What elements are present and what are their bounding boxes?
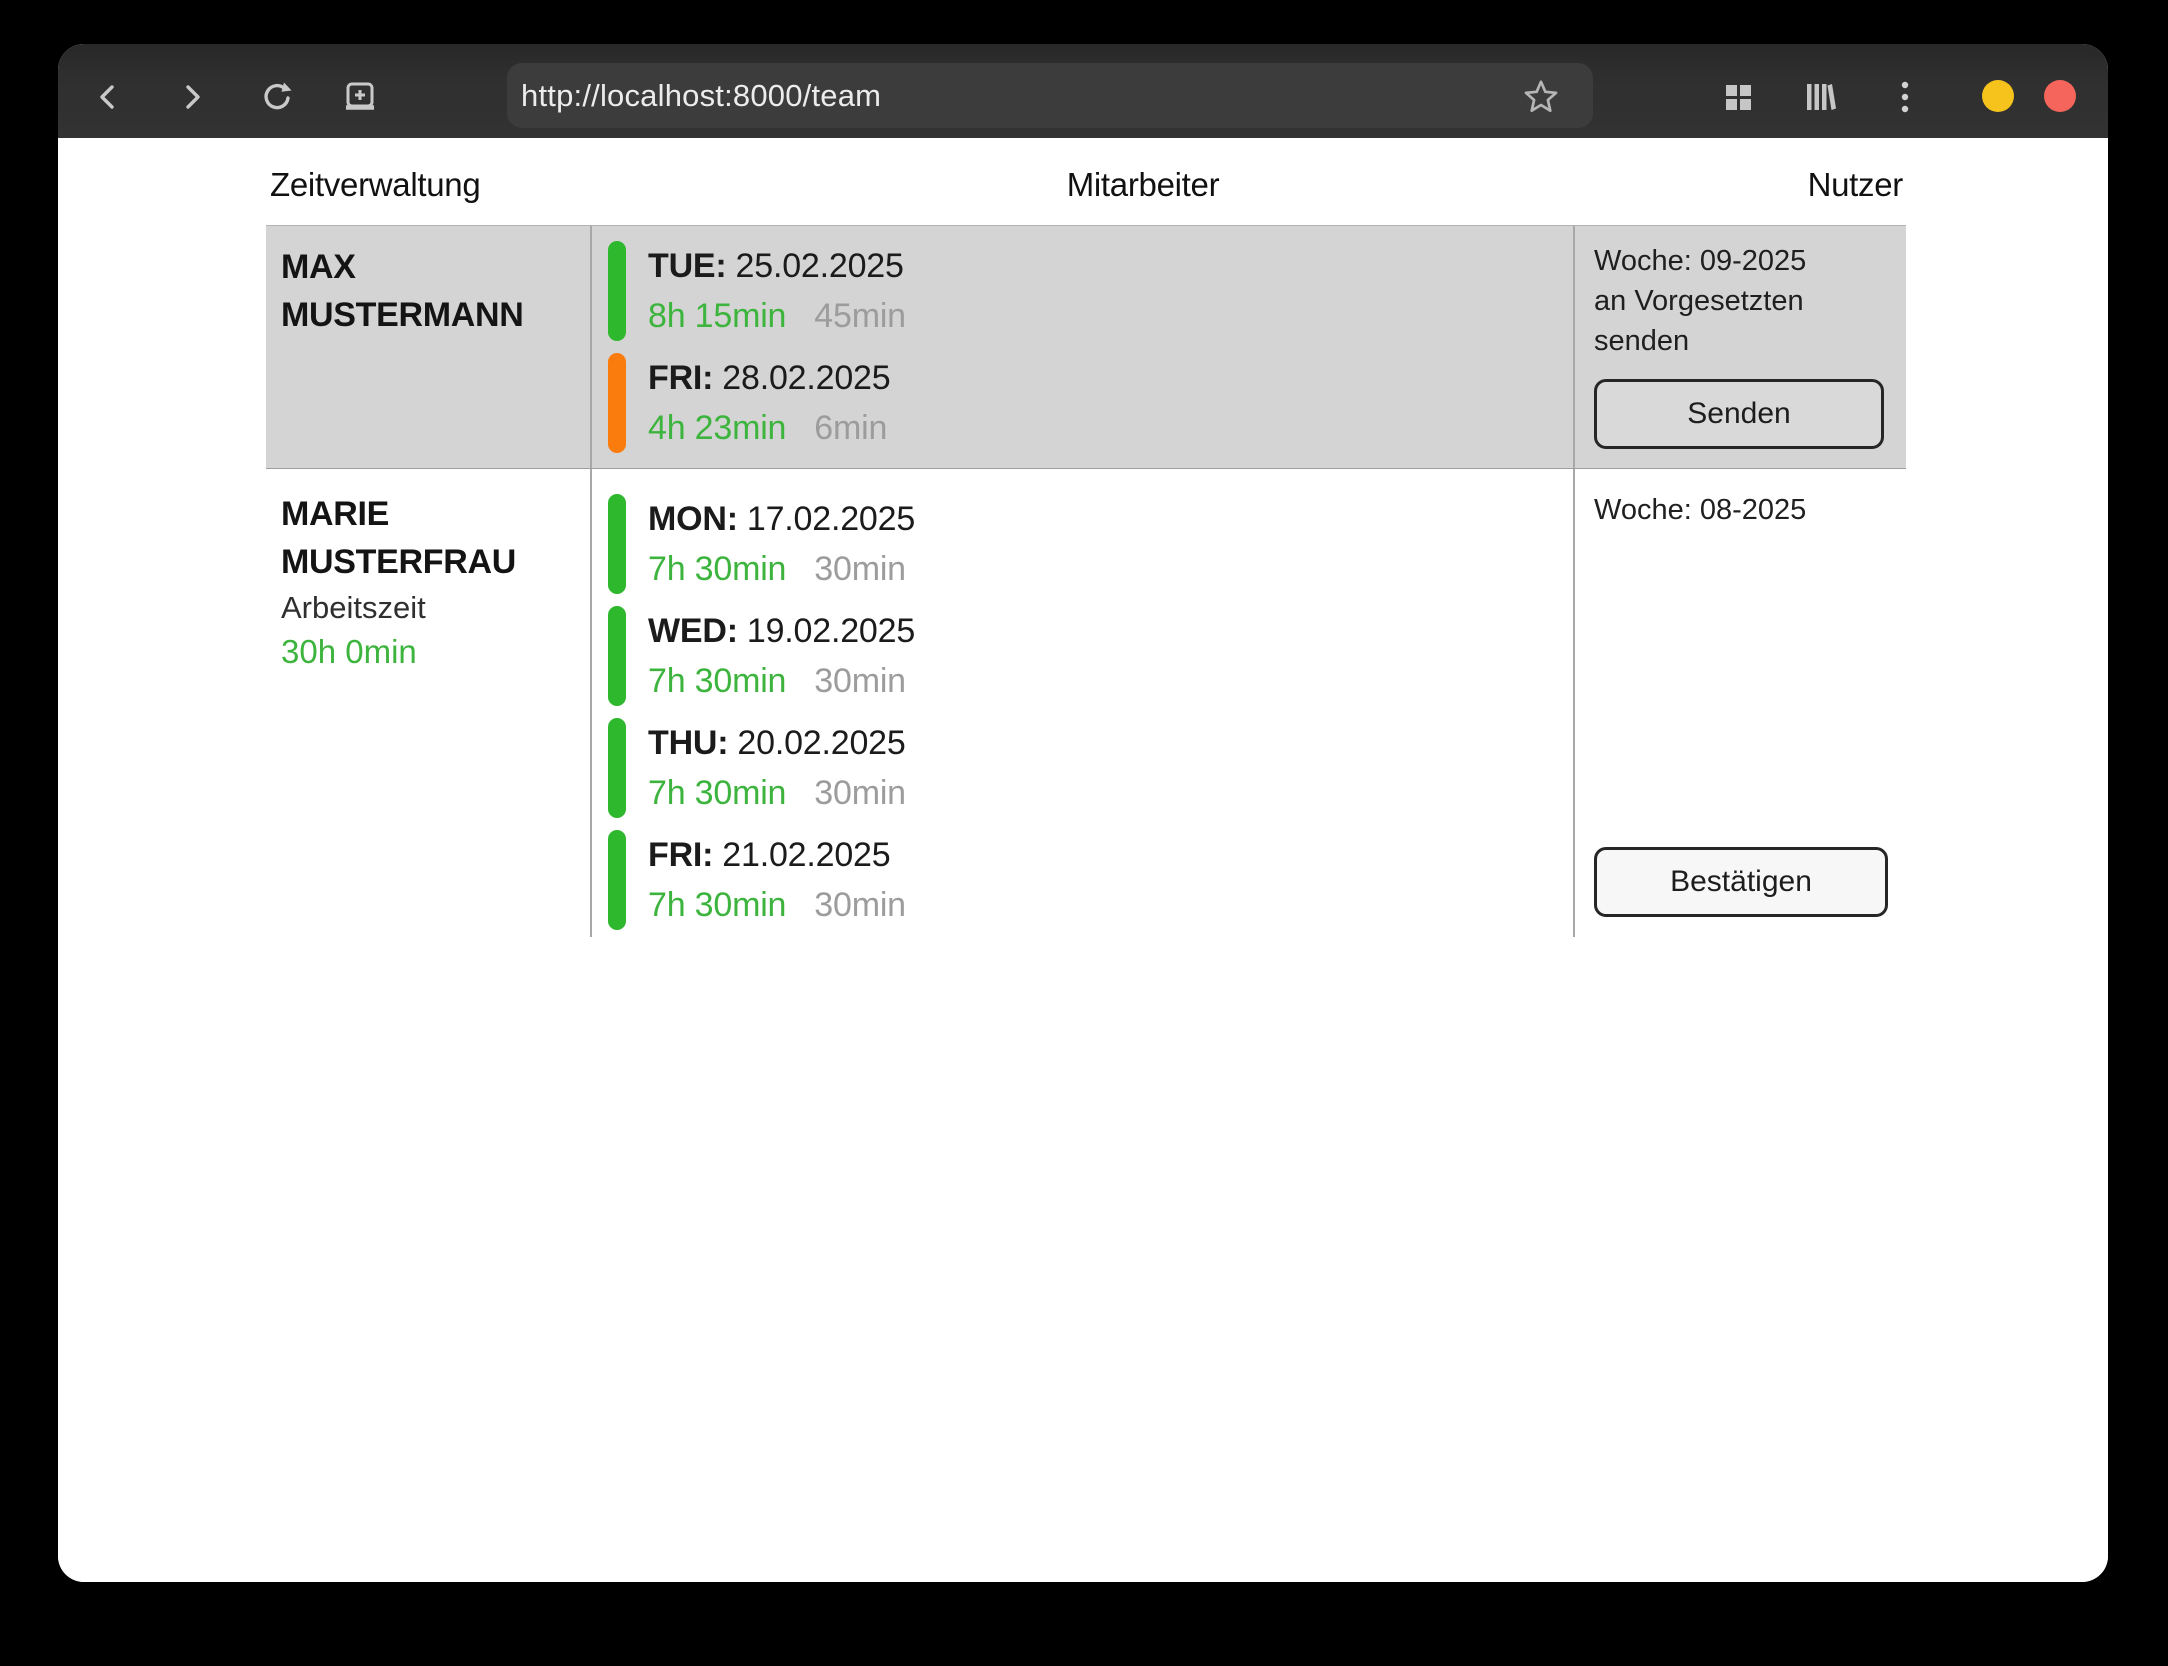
status-bar: [608, 494, 626, 594]
new-tab-button[interactable]: [343, 80, 377, 114]
day-date: 17.02.2025: [747, 500, 915, 538]
close-window-control[interactable]: [2044, 80, 2076, 112]
worktime-value: 30h 0min: [281, 630, 590, 674]
employee-last-name: MUSTERFRAU: [281, 538, 590, 586]
week-label: Woche: 08-2025: [1594, 490, 1906, 530]
week-label: senden: [1594, 321, 1906, 361]
day-label: MON:: [648, 500, 738, 538]
table-row: MARIE MUSTERFRAU Arbeitszeit 30h 0min MO…: [266, 469, 1906, 937]
library-button[interactable]: [1804, 80, 1838, 114]
pause-time: 30min: [814, 886, 906, 924]
day-label: WED:: [648, 612, 738, 650]
status-bar: [608, 606, 626, 706]
address-bar[interactable]: http://localhost:8000/team: [507, 63, 1593, 128]
table-row: MAX MUSTERMANN TUE:25.02.2025 8: [266, 225, 1906, 469]
day-entry: MON:17.02.2025 7h 30min 30min: [608, 494, 1573, 594]
day-date: 21.02.2025: [722, 836, 890, 874]
employee-days-cell: TUE:25.02.2025 8h 15min 45min: [592, 226, 1573, 468]
pause-time: 45min: [814, 297, 906, 335]
employee-name-cell: MARIE MUSTERFRAU Arbeitszeit 30h 0min: [266, 469, 592, 937]
day-entry: FRI:28.02.2025 4h 23min 6min: [608, 353, 1573, 453]
tab-overview-button[interactable]: [1721, 80, 1755, 114]
pause-time: 30min: [814, 774, 906, 812]
status-bar: [608, 830, 626, 930]
kebab-menu-icon: [1899, 80, 1911, 114]
day-label: THU:: [648, 724, 728, 762]
pause-time: 30min: [814, 662, 906, 700]
worked-time: 7h 30min: [648, 550, 786, 588]
menu-button[interactable]: [1888, 80, 1922, 114]
browser-window: http://localhost:8000/team: [58, 44, 2108, 1582]
forward-button[interactable]: [175, 80, 209, 114]
employee-last-name: MUSTERMANN: [281, 291, 590, 339]
worked-time: 8h 15min: [648, 297, 786, 335]
back-button[interactable]: [91, 80, 125, 114]
day-entry: THU:20.02.2025 7h 30min 30min: [608, 718, 1573, 818]
page-content: Zeitverwaltung Mitarbeiter Nutzer MAX MU…: [58, 138, 2108, 1582]
url-input[interactable]: http://localhost:8000/team: [507, 78, 1593, 114]
nav-item-zeitverwaltung[interactable]: Zeitverwaltung: [270, 166, 480, 204]
pause-time: 30min: [814, 550, 906, 588]
day-label: FRI:: [648, 359, 713, 397]
employee-table: MAX MUSTERMANN TUE:25.02.2025 8: [266, 225, 1906, 937]
pause-time: 6min: [814, 409, 887, 447]
status-bar: [608, 718, 626, 818]
day-label: TUE:: [648, 247, 727, 285]
senden-button[interactable]: Senden: [1594, 379, 1884, 449]
forward-icon: [177, 82, 207, 112]
day-entry: TUE:25.02.2025 8h 15min 45min: [608, 241, 1573, 341]
worked-time: 7h 30min: [648, 662, 786, 700]
week-label: Woche: 09-2025: [1594, 241, 1906, 281]
employee-first-name: MARIE: [281, 490, 590, 538]
day-date: 28.02.2025: [722, 359, 890, 397]
reload-button[interactable]: [259, 80, 293, 114]
day-entry: FRI:21.02.2025 7h 30min 30min: [608, 830, 1573, 930]
new-tab-icon: [343, 81, 377, 113]
day-date: 20.02.2025: [737, 724, 905, 762]
bookmark-button[interactable]: [1523, 78, 1559, 114]
week-action-cell: Woche: 09-2025 an Vorgesetzten senden Se…: [1573, 226, 1906, 468]
employee-days-cell: MON:17.02.2025 7h 30min 30min: [592, 469, 1573, 937]
status-bar: [608, 353, 626, 453]
back-icon: [93, 82, 123, 112]
minimize-window-control[interactable]: [1982, 80, 2014, 112]
worked-time: 4h 23min: [648, 409, 786, 447]
status-bar: [608, 241, 626, 341]
day-date: 19.02.2025: [747, 612, 915, 650]
week-label: an Vorgesetzten: [1594, 281, 1906, 321]
day-date: 25.02.2025: [736, 247, 904, 285]
employee-name-cell: MAX MUSTERMANN: [266, 226, 592, 468]
week-action-cell: Woche: 08-2025 Bestätigen: [1573, 469, 1906, 937]
worktime-label: Arbeitszeit: [281, 586, 590, 630]
employee-first-name: MAX: [281, 243, 590, 291]
day-entry: WED:19.02.2025 7h 30min 30min: [608, 606, 1573, 706]
bookmark-star-icon: [1523, 78, 1559, 114]
worked-time: 7h 30min: [648, 886, 786, 924]
day-label: FRI:: [648, 836, 713, 874]
reload-icon: [260, 81, 292, 113]
library-icon: [1804, 82, 1838, 112]
worked-time: 7h 30min: [648, 774, 786, 812]
tab-grid-icon: [1723, 82, 1753, 112]
nav-item-nutzer[interactable]: Nutzer: [1808, 166, 1903, 204]
browser-toolbar: http://localhost:8000/team: [58, 44, 2108, 138]
nav-item-mitarbeiter[interactable]: Mitarbeiter: [1067, 166, 1220, 204]
bestaetigen-button[interactable]: Bestätigen: [1594, 847, 1888, 917]
